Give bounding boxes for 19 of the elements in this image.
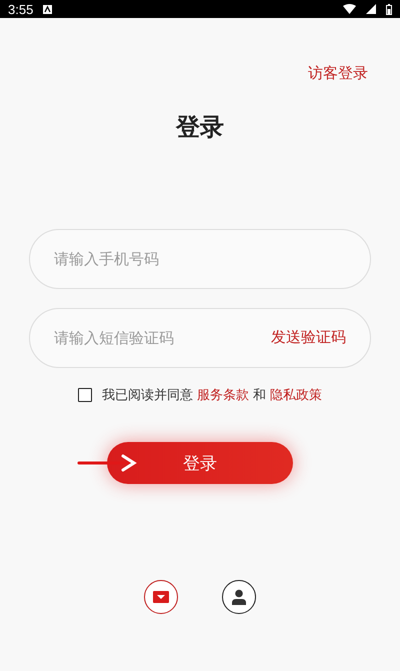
battery-icon [386,4,392,14]
profile-button[interactable] [222,580,256,614]
signal-icon [366,4,376,14]
arrow-icon [77,454,137,472]
phone-input-field[interactable]: 请输入手机号码 [29,229,371,289]
mail-icon [153,591,169,603]
status-time: 3:55 [8,2,34,16]
notification-icon [43,4,52,14]
terms-link[interactable]: 服务条款 [196,388,249,403]
privacy-link[interactable]: 隐私政策 [270,388,322,403]
person-icon [231,589,247,605]
mail-button[interactable] [144,580,178,614]
agreement-text: 我已阅读并同意 服务条款 和 隐私政策 [102,387,322,404]
login-button[interactable]: 登录 [107,442,293,484]
wifi-icon [343,4,356,14]
agreement-checkbox[interactable] [78,388,92,402]
send-code-button[interactable]: 发送验证码 [271,328,346,347]
guest-login-link[interactable]: 访客登录 [308,64,368,83]
page-title: 登录 [176,112,224,143]
